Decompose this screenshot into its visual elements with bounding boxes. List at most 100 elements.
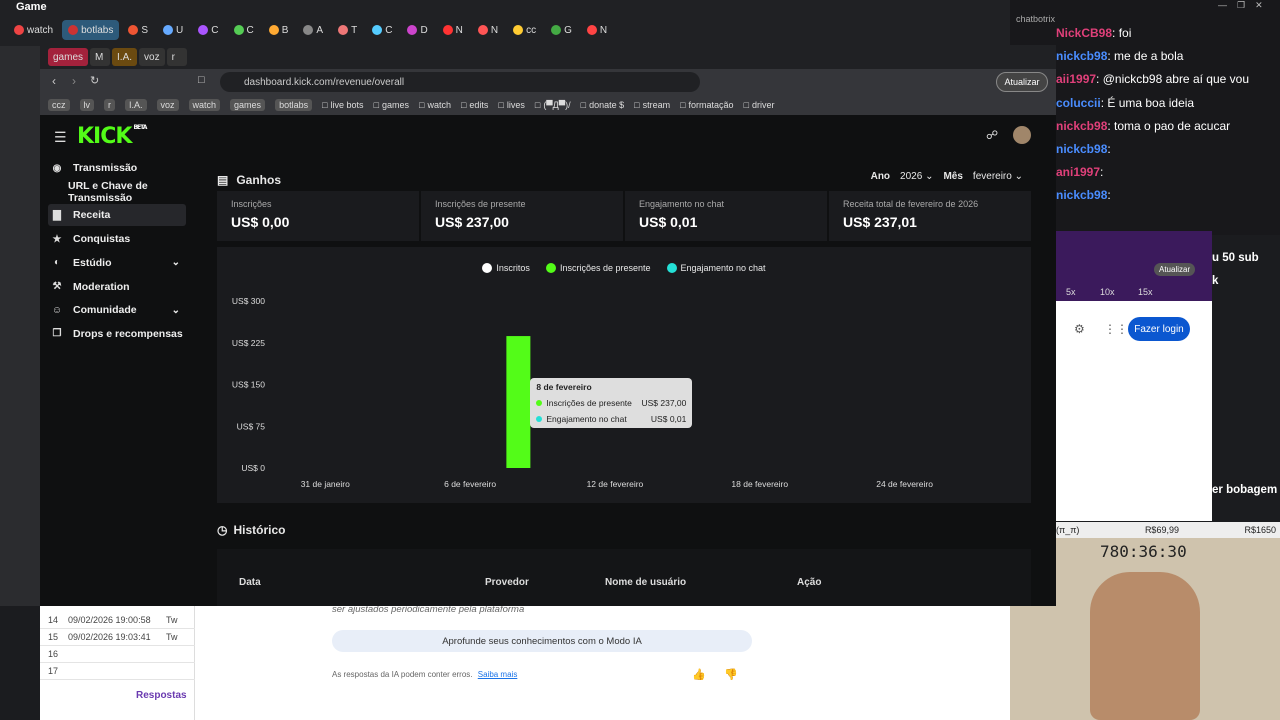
settings-icon[interactable]: ⚙ <box>1074 322 1085 336</box>
outer-tab[interactable]: B <box>263 20 295 40</box>
outer-tab-label: D <box>420 24 428 36</box>
notification-icon[interactable]: ☍ <box>986 128 998 142</box>
thumbs-down-icon[interactable]: 👎 <box>724 668 738 681</box>
outer-tab[interactable]: T <box>332 20 363 40</box>
outer-tab[interactable]: botlabs <box>62 20 120 40</box>
sidebar-item[interactable]: ⚒ Moderation <box>48 276 186 298</box>
outer-titlebar: Game <box>0 0 1010 15</box>
browser-tab[interactable]: r <box>166 48 187 66</box>
back-icon[interactable]: ‹ <box>52 74 56 88</box>
outer-tab[interactable]: cc <box>507 20 542 40</box>
outer-tab[interactable]: D <box>401 20 433 40</box>
forward-icon[interactable]: › <box>72 74 76 88</box>
bookmark-item[interactable]: □ games <box>374 100 409 110</box>
close-icon[interactable]: ✕ <box>1255 0 1263 14</box>
bookmark-item[interactable]: I.A. <box>125 99 147 111</box>
update-button[interactable]: Atualizar <box>996 72 1048 92</box>
bookmark-item[interactable]: □ edits <box>461 100 488 110</box>
bookmark-item[interactable]: r <box>104 99 115 111</box>
login-button[interactable]: Fazer login <box>1128 317 1190 341</box>
browser-tab[interactable]: M <box>90 48 111 66</box>
popup-update-button[interactable]: Atualizar <box>1154 263 1196 276</box>
outer-tab-label: T <box>351 24 358 36</box>
bookmark-item[interactable]: □ watch <box>419 100 451 110</box>
bookmark-item[interactable]: □ live bots <box>322 100 363 110</box>
zoom-10x[interactable]: 10x <box>1100 287 1115 297</box>
chevron-down-icon[interactable]: ⌄ <box>172 257 180 268</box>
browser-tab[interactable]: games <box>48 48 89 66</box>
restore-icon[interactable]: ❐ <box>1237 0 1245 14</box>
outer-tab[interactable]: C <box>366 20 398 40</box>
bookmark-item[interactable]: □ (▀Д▀)/ <box>535 100 571 110</box>
chart-bar[interactable] <box>506 336 531 468</box>
sidebar-item[interactable]: URL e Chave de Transmissão <box>48 180 198 204</box>
sheet-row: 14 09/02/2026 19:00:58 Tw <box>40 612 195 629</box>
chat-partial-text: u 50 sub <box>1212 252 1259 264</box>
sidebar-item-label: Receita <box>73 209 111 222</box>
col-provider[interactable]: Provedor <box>485 577 529 588</box>
bookmark-icon[interactable]: □ <box>198 74 205 86</box>
col-username[interactable]: Nome de usuário <box>605 577 686 588</box>
tab-favicon-icon <box>233 25 244 35</box>
sidebar-item[interactable]: ❐ Drops e recompensas <box>48 323 186 345</box>
bookmark-item[interactable]: watch <box>188 99 221 111</box>
bookmark-item[interactable]: ccz <box>48 99 70 111</box>
y-tick-label: US$ 300 <box>232 296 265 306</box>
bookmark-item[interactable]: □ formatação <box>680 100 733 110</box>
avatar[interactable] <box>1013 126 1031 144</box>
browser-tab[interactable]: voz <box>139 48 165 66</box>
address-bar[interactable]: dashboard.kick.com/revenue/overall <box>220 72 700 92</box>
outer-tab[interactable]: U <box>157 20 189 40</box>
bookmark-item[interactable]: □ stream <box>634 100 670 110</box>
outer-tab[interactable]: S <box>122 20 154 40</box>
outer-tab[interactable]: N <box>472 20 504 40</box>
x-tick-label: 18 de fevereiro <box>731 479 788 489</box>
x-tick-label: 12 de fevereiro <box>587 479 644 489</box>
bookmark-item[interactable]: botlabs <box>275 99 313 111</box>
year-select[interactable]: 2026 ⌄ <box>900 171 933 182</box>
menu-icon[interactable]: ☰ <box>54 129 67 146</box>
outer-tab-label: N <box>599 24 608 36</box>
learn-more-link[interactable]: Saiba mais <box>478 670 518 679</box>
bookmark-item[interactable]: voz <box>156 99 179 111</box>
sidebar-item[interactable]: ▇ Receita <box>48 204 186 227</box>
outer-tab[interactable]: N <box>581 20 613 40</box>
sidebar-item[interactable]: ◉ Transmissão <box>48 157 186 179</box>
chevron-down-icon[interactable]: ⌄ <box>172 305 180 316</box>
timer-readout: 780:36:30 <box>1100 542 1187 561</box>
zoom-15x[interactable]: 15x <box>1138 287 1153 297</box>
bookmark-item[interactable]: lv <box>79 99 94 111</box>
month-select[interactable]: fevereiro ⌄ <box>973 171 1023 182</box>
month-label: Mês <box>943 171 963 182</box>
chat-message: nickcb98: toma o pao de acucar <box>1056 118 1231 133</box>
ai-mode-button[interactable]: Aprofunde seus conhecimentos com o Modo … <box>332 630 752 652</box>
summary-cards: Inscrições US$ 0,00 Inscrições de present… <box>217 191 1031 241</box>
outer-tab[interactable]: N <box>437 20 469 40</box>
sidebar-item[interactable]: ◐ Estúdio ⌄ <box>48 252 186 274</box>
sidebar-item[interactable]: ☺ Comunidade ⌄ <box>48 299 186 321</box>
x-tick-label: 24 de fevereiro <box>876 479 933 489</box>
bookmark-item[interactable]: □ lives <box>498 100 524 110</box>
outer-tab[interactable]: A <box>297 20 329 40</box>
reload-icon[interactable]: ↻ <box>90 74 99 87</box>
kick-logo[interactable]: KICK BETA <box>77 124 147 149</box>
tab-favicon-icon <box>303 25 314 35</box>
col-action[interactable]: Ação <box>797 577 821 588</box>
wrench-icon: ⚒ <box>52 281 62 292</box>
bookmark-item[interactable]: games <box>230 99 266 111</box>
col-date[interactable]: Data <box>239 577 261 588</box>
sidebar-item[interactable]: ★ Conquistas <box>48 228 186 250</box>
bookmark-item[interactable]: □ driver <box>744 100 775 110</box>
minimize-icon[interactable]: — <box>1218 0 1227 14</box>
zoom-5x[interactable]: 5x <box>1066 287 1076 297</box>
outer-tab[interactable]: G <box>545 20 578 40</box>
thumbs-up-icon[interactable]: 👍 <box>692 668 706 681</box>
bookmark-item[interactable]: □ donate $ <box>581 100 624 110</box>
tab-favicon-icon <box>128 25 139 35</box>
browser-tab[interactable]: I.A. <box>112 48 138 66</box>
outer-tab[interactable]: C <box>192 20 224 40</box>
outer-tab[interactable]: C <box>228 20 260 40</box>
tooltip-row: Inscrições de presente US$ 237,00 <box>536 398 686 408</box>
sheet-tab[interactable]: Respostas <box>136 690 187 701</box>
outer-tab[interactable]: watch <box>8 20 59 40</box>
